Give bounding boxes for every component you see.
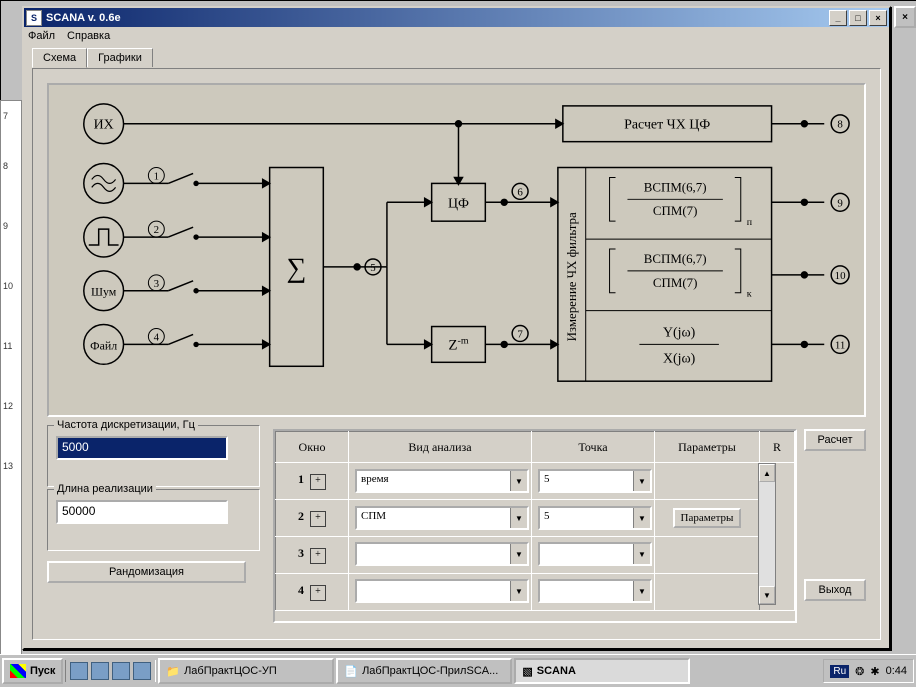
- calc-button[interactable]: Расчет: [804, 429, 866, 451]
- svg-text:ВСПМ(6,7): ВСПМ(6,7): [644, 251, 707, 266]
- svg-text:к: к: [747, 289, 752, 300]
- svg-text:6: 6: [517, 186, 523, 198]
- svg-text:5: 5: [370, 262, 376, 274]
- svg-text:10: 10: [835, 270, 846, 282]
- ql-icon[interactable]: [70, 662, 88, 680]
- svg-text:Файл: Файл: [90, 338, 117, 352]
- fs-input[interactable]: 5000: [56, 436, 228, 460]
- col-r[interactable]: R: [760, 432, 795, 463]
- background-close-button[interactable]: ×: [894, 6, 916, 28]
- svg-text:Шум: Шум: [91, 285, 117, 299]
- ql-icon[interactable]: [112, 662, 130, 680]
- analysis-combo[interactable]: ▼: [355, 579, 529, 603]
- svg-text:1: 1: [154, 170, 159, 182]
- svg-text:п: п: [747, 217, 753, 228]
- svg-text:8: 8: [837, 119, 843, 131]
- ql-icon[interactable]: [91, 662, 109, 680]
- expand-button[interactable]: +: [310, 511, 326, 527]
- point-combo[interactable]: 5▼: [538, 506, 652, 530]
- svg-text:СПМ(7): СПМ(7): [653, 275, 697, 290]
- svg-text:3: 3: [154, 278, 160, 290]
- word-ruler: 789 101112 13: [0, 100, 22, 657]
- window-title: SCANA v. 0.6e: [46, 12, 121, 24]
- scana-window: S SCANA v. 0.6e _ □ × Файл Справка Схема…: [22, 6, 891, 650]
- analysis-grid: Окно Вид анализа Точка Параметры R 1 + в…: [273, 429, 797, 623]
- tab-graphs[interactable]: Графики: [87, 48, 153, 67]
- point-combo[interactable]: 5▼: [538, 469, 652, 493]
- tab-scheme[interactable]: Схема: [32, 48, 87, 68]
- close-button[interactable]: ×: [869, 10, 887, 26]
- col-point: Точка: [532, 432, 655, 463]
- start-button[interactable]: Пуск: [2, 658, 63, 684]
- menu-help[interactable]: Справка: [67, 30, 110, 42]
- col-window: Окно: [276, 432, 349, 463]
- tab-content: ИХ Шум Файл 1 2 3 4: [32, 68, 881, 640]
- svg-text:2: 2: [154, 224, 159, 236]
- minimize-button[interactable]: _: [829, 10, 847, 26]
- randomize-button[interactable]: Рандомизация: [47, 561, 246, 583]
- group-sample-rate: Частота дискретизации, Гц 5000: [47, 425, 260, 487]
- svg-text:Y(jω): Y(jω): [663, 325, 696, 340]
- svg-text:11: 11: [835, 339, 846, 351]
- svg-text:Измерение ЧХ фильтра: Измерение ЧХ фильтра: [564, 212, 579, 341]
- system-tray: Ru ❂ ✱ 0:44: [823, 659, 914, 683]
- svg-text:ЦФ: ЦФ: [448, 196, 469, 211]
- len-label: Длина реализации: [54, 483, 156, 495]
- taskbar-item[interactable]: 📄ЛабПрактЦОС-ПрилSCA...: [336, 658, 512, 684]
- grid-row: 3 + ▼ ▼: [276, 537, 795, 574]
- quick-launch: [65, 660, 156, 682]
- svg-text:4: 4: [154, 331, 160, 343]
- expand-button[interactable]: +: [310, 548, 326, 564]
- col-params: Параметры: [655, 432, 760, 463]
- lang-indicator[interactable]: Ru: [830, 665, 849, 678]
- grid-scrollbar[interactable]: ▲▼: [758, 463, 776, 605]
- fs-label: Частота дискретизации, Гц: [54, 419, 198, 431]
- expand-button[interactable]: +: [310, 474, 326, 490]
- point-combo[interactable]: ▼: [538, 579, 652, 603]
- block-diagram: ИХ Шум Файл 1 2 3 4: [47, 83, 866, 417]
- analysis-combo[interactable]: ▼: [355, 542, 529, 566]
- expand-button[interactable]: +: [310, 585, 326, 601]
- svg-text:7: 7: [517, 328, 523, 340]
- svg-text:СПМ(7): СПМ(7): [653, 203, 697, 218]
- menu-file[interactable]: Файл: [28, 30, 55, 42]
- title-bar[interactable]: S SCANA v. 0.6e _ □ ×: [24, 8, 889, 27]
- len-input[interactable]: 50000: [56, 500, 228, 524]
- menu-bar: Файл Справка: [24, 27, 889, 45]
- svg-text:∑: ∑: [287, 253, 307, 284]
- ql-icon[interactable]: [133, 662, 151, 680]
- grid-row: 4 + ▼ ▼: [276, 574, 795, 611]
- svg-text:Расчет ЧХ ЦФ: Расчет ЧХ ЦФ: [624, 118, 710, 133]
- exit-button[interactable]: Выход: [804, 579, 866, 601]
- col-analysis: Вид анализа: [349, 432, 532, 463]
- svg-text:ИХ: ИХ: [94, 118, 114, 133]
- svg-text:Z-m: Z-m: [448, 335, 468, 353]
- windows-flag-icon: [10, 664, 26, 678]
- app-icon: S: [26, 10, 42, 26]
- analysis-combo[interactable]: СПМ▼: [355, 506, 529, 530]
- tray-icon[interactable]: ❂: [855, 665, 864, 678]
- taskbar-item[interactable]: 📁ЛабПрактЦОС-УП: [158, 658, 334, 684]
- svg-text:9: 9: [837, 197, 843, 209]
- grid-row: 2 + СПМ▼ 5▼ Параметры: [276, 500, 795, 537]
- group-length: Длина реализации 50000: [47, 489, 260, 551]
- maximize-button[interactable]: □: [849, 10, 867, 26]
- point-combo[interactable]: ▼: [538, 542, 652, 566]
- row-params-button[interactable]: Параметры: [673, 508, 742, 528]
- taskbar-item-active[interactable]: ▧SCANA: [514, 658, 690, 684]
- clock: 0:44: [886, 665, 907, 677]
- analysis-combo[interactable]: время▼: [355, 469, 529, 493]
- svg-text:ВСПМ(6,7): ВСПМ(6,7): [644, 179, 707, 194]
- svg-text:X(jω): X(jω): [663, 351, 696, 366]
- taskbar: Пуск 📁ЛабПрактЦОС-УП 📄ЛабПрактЦОС-ПрилSC…: [0, 654, 916, 687]
- tray-icon[interactable]: ✱: [870, 665, 879, 678]
- grid-row: 1 + время▼ 5▼ ▲▼: [276, 463, 795, 500]
